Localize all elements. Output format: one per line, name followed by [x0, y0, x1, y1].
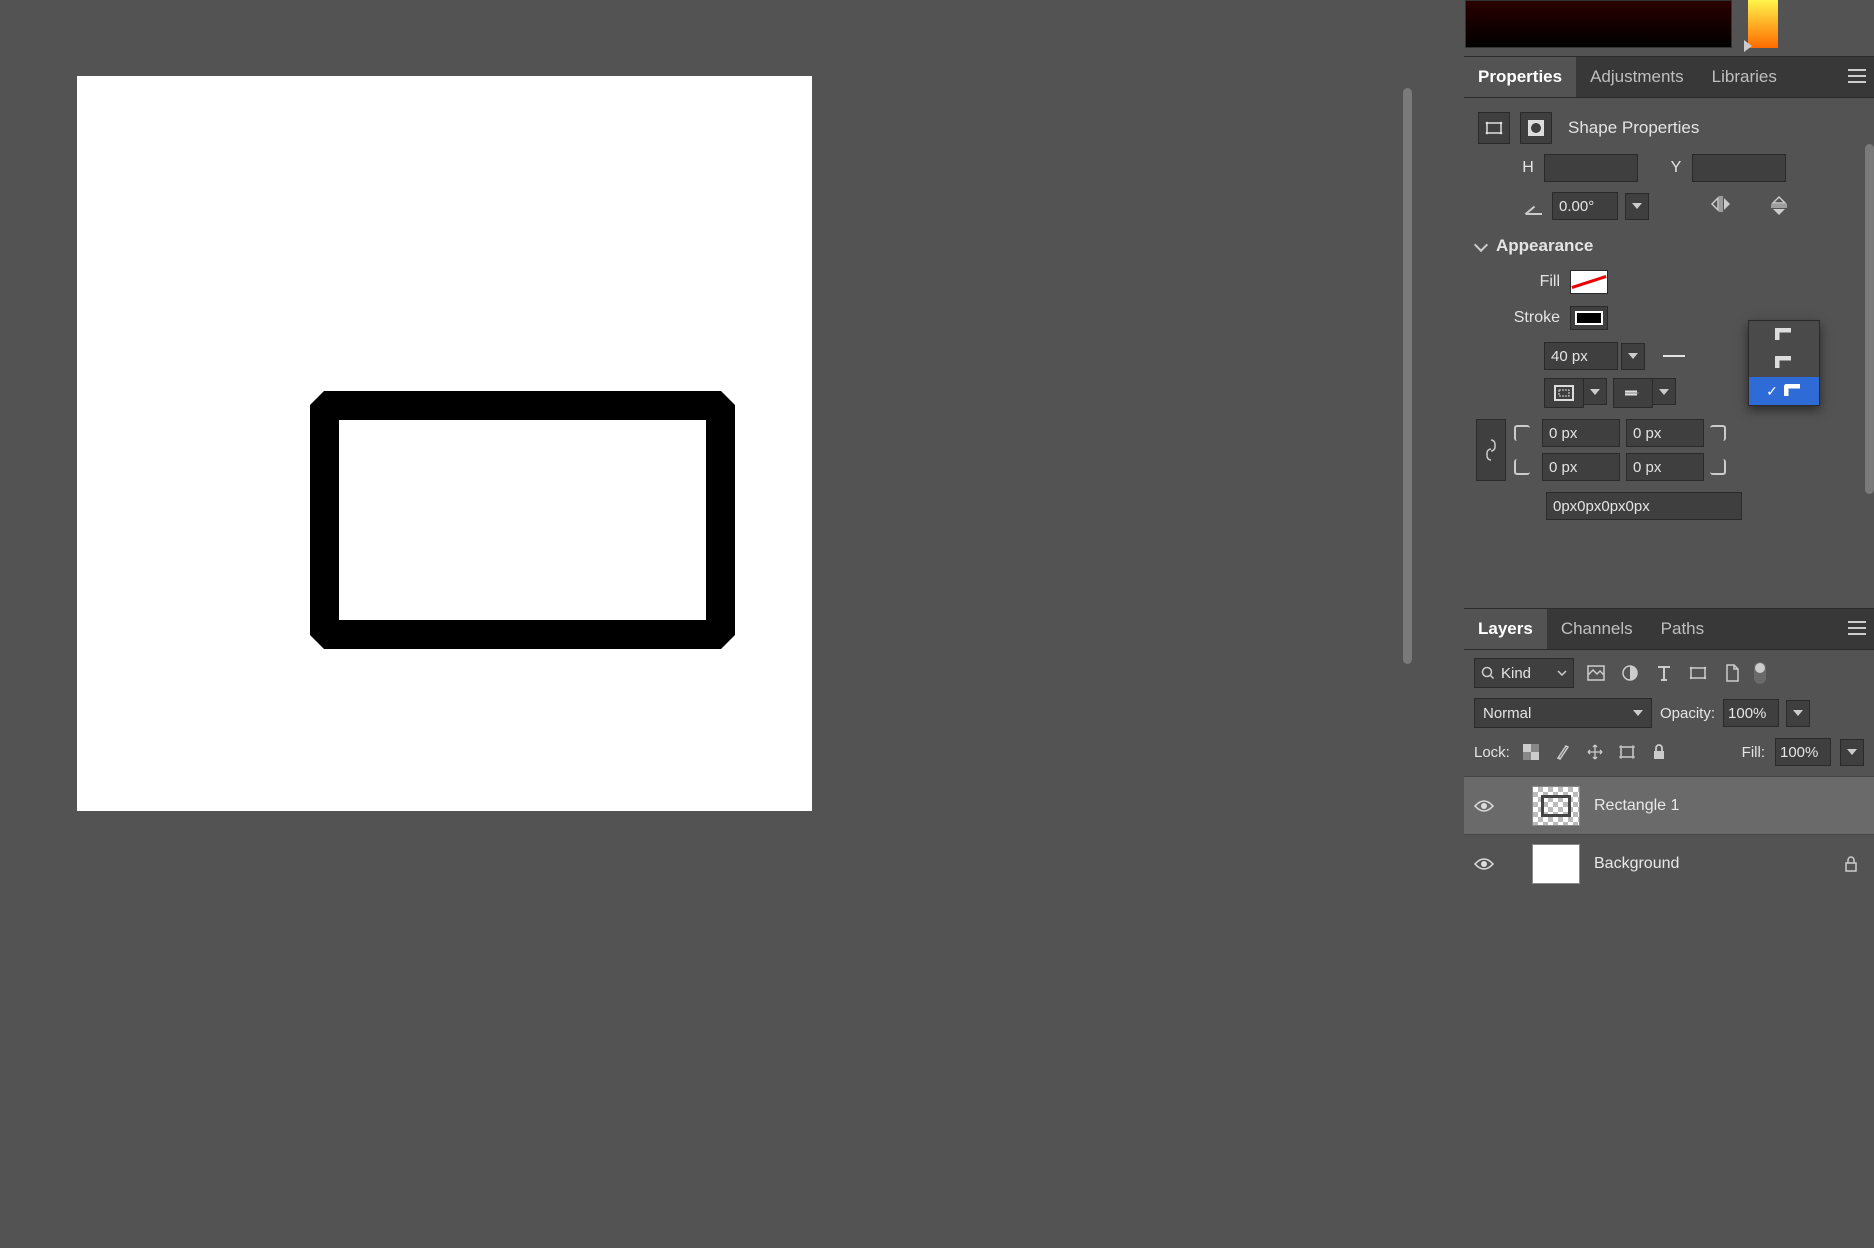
filter-shape-icon[interactable]	[1686, 661, 1710, 685]
filter-smartobject-icon[interactable]	[1720, 661, 1744, 685]
shape-properties-header: Shape Properties	[1476, 106, 1862, 154]
shape-properties-title: Shape Properties	[1568, 118, 1699, 138]
layer-item-background[interactable]: Background	[1464, 834, 1874, 892]
stroke-style-icon	[1663, 355, 1685, 357]
fill-label: Fill	[1504, 273, 1560, 291]
properties-panel-tabs: Properties Adjustments Libraries	[1464, 56, 1874, 98]
stroke-label: Stroke	[1504, 309, 1560, 327]
corner-br-icon	[1710, 459, 1726, 475]
stroke-align-dropdown[interactable]	[1583, 378, 1607, 405]
corner-br-input[interactable]	[1626, 453, 1704, 481]
stroke-width-dropdown[interactable]	[1621, 343, 1645, 370]
tab-libraries[interactable]: Libraries	[1698, 57, 1791, 97]
stroke-cap-button[interactable]	[1613, 378, 1653, 408]
corner-tr-icon	[1710, 425, 1726, 441]
visibility-toggle-icon[interactable]	[1474, 857, 1494, 871]
layers-panel-tabs: Layers Channels Paths	[1464, 608, 1874, 650]
stroke-swatch[interactable]	[1570, 306, 1608, 330]
tab-properties[interactable]: Properties	[1464, 57, 1576, 97]
opacity-dropdown[interactable]	[1786, 700, 1810, 727]
link-corners-button[interactable]	[1476, 419, 1506, 481]
join-round-option[interactable]	[1749, 349, 1819, 377]
properties-panel-body: Shape Properties H Y	[1464, 98, 1874, 608]
layers-panel-body: Kind Normal Opacity: Lock:	[1464, 650, 1874, 1248]
layer-name: Background	[1594, 855, 1679, 873]
mask-icon[interactable]	[1520, 112, 1552, 144]
opacity-input[interactable]	[1723, 699, 1779, 727]
layer-filter-kind-select[interactable]: Kind	[1474, 658, 1574, 688]
corner-tl-icon	[1514, 425, 1530, 441]
lock-position-icon[interactable]	[1584, 741, 1606, 763]
corner-bl-icon	[1514, 459, 1530, 475]
corner-bl-input[interactable]	[1542, 453, 1620, 481]
fill-swatch[interactable]	[1570, 270, 1608, 294]
layer-fill-dropdown[interactable]	[1840, 739, 1864, 766]
y-label: Y	[1670, 159, 1682, 177]
layer-fill-label: Fill:	[1742, 744, 1765, 761]
panel-gutter	[1412, 0, 1464, 1248]
filter-adjustment-icon[interactable]	[1618, 661, 1642, 685]
rotation-input[interactable]	[1552, 192, 1618, 220]
lock-pixels-icon[interactable]	[1552, 741, 1574, 763]
layer-fill-input[interactable]	[1775, 738, 1831, 766]
layers-panel-menu-icon[interactable]	[1848, 621, 1866, 635]
blend-mode-value: Normal	[1483, 705, 1531, 722]
chevron-down-icon	[1476, 240, 1488, 252]
corner-tr-input[interactable]	[1626, 419, 1704, 447]
hue-slider[interactable]	[1748, 0, 1778, 48]
stroke-width-input[interactable]	[1544, 342, 1618, 370]
lock-artboard-icon[interactable]	[1616, 741, 1638, 763]
right-panel-container: Properties Adjustments Libraries Shape P…	[1412, 0, 1874, 1248]
hue-slider-marker[interactable]	[1744, 40, 1752, 52]
filter-type-icon[interactable]	[1652, 661, 1676, 685]
canvas-area	[0, 0, 1412, 1248]
join-bevel-option[interactable]: ✓	[1749, 377, 1819, 405]
layer-thumbnail[interactable]	[1532, 786, 1580, 826]
rotation-icon	[1526, 197, 1544, 215]
layers-list: Rectangle 1 Background	[1464, 776, 1874, 892]
color-field[interactable]	[1465, 0, 1732, 48]
panel-stack: Properties Adjustments Libraries Shape P…	[1464, 0, 1874, 1248]
flip-horizontal-icon[interactable]	[1709, 194, 1733, 218]
tab-channels[interactable]: Channels	[1547, 609, 1647, 649]
kind-label: Kind	[1501, 665, 1531, 682]
lock-all-icon[interactable]	[1648, 741, 1670, 763]
join-miter-option[interactable]	[1749, 321, 1819, 349]
flip-vertical-icon[interactable]	[1769, 194, 1789, 218]
tab-adjustments[interactable]: Adjustments	[1576, 57, 1698, 97]
blend-mode-select[interactable]: Normal	[1474, 698, 1652, 728]
properties-scrollbar[interactable]	[1865, 144, 1874, 494]
document-canvas[interactable]	[77, 76, 812, 811]
live-shape-icon[interactable]	[1478, 112, 1510, 144]
height-label: H	[1522, 159, 1534, 177]
tab-paths[interactable]: Paths	[1647, 609, 1718, 649]
filter-pixel-icon[interactable]	[1584, 661, 1608, 685]
stroke-align-button[interactable]	[1544, 378, 1584, 408]
rotation-dropdown[interactable]	[1625, 193, 1649, 220]
filter-toggle[interactable]	[1754, 662, 1766, 684]
tab-layers[interactable]: Layers	[1464, 609, 1547, 649]
lock-label: Lock:	[1474, 744, 1510, 761]
layer-name: Rectangle 1	[1594, 797, 1679, 815]
opacity-label: Opacity:	[1660, 705, 1715, 722]
visibility-toggle-icon[interactable]	[1474, 799, 1494, 813]
combined-radius-input[interactable]	[1546, 492, 1742, 520]
properties-panel-menu-icon[interactable]	[1848, 69, 1866, 83]
layer-item-rectangle-1[interactable]: Rectangle 1	[1464, 776, 1874, 834]
y-input[interactable]	[1692, 154, 1786, 182]
appearance-section-header[interactable]: Appearance	[1476, 236, 1862, 256]
lock-icon[interactable]	[1844, 856, 1858, 872]
lock-transparency-icon[interactable]	[1520, 741, 1542, 763]
stroke-cap-dropdown[interactable]	[1652, 378, 1676, 405]
stroke-join-popup: ✓	[1748, 320, 1820, 406]
corner-tl-input[interactable]	[1542, 419, 1620, 447]
layer-thumbnail[interactable]	[1532, 844, 1580, 884]
height-input[interactable]	[1544, 154, 1638, 182]
color-picker-strip	[1464, 0, 1874, 56]
canvas-scrollbar[interactable]	[1403, 88, 1412, 664]
appearance-label: Appearance	[1496, 236, 1593, 256]
shape-rectangle[interactable]	[310, 391, 735, 649]
check-icon: ✓	[1766, 383, 1778, 400]
